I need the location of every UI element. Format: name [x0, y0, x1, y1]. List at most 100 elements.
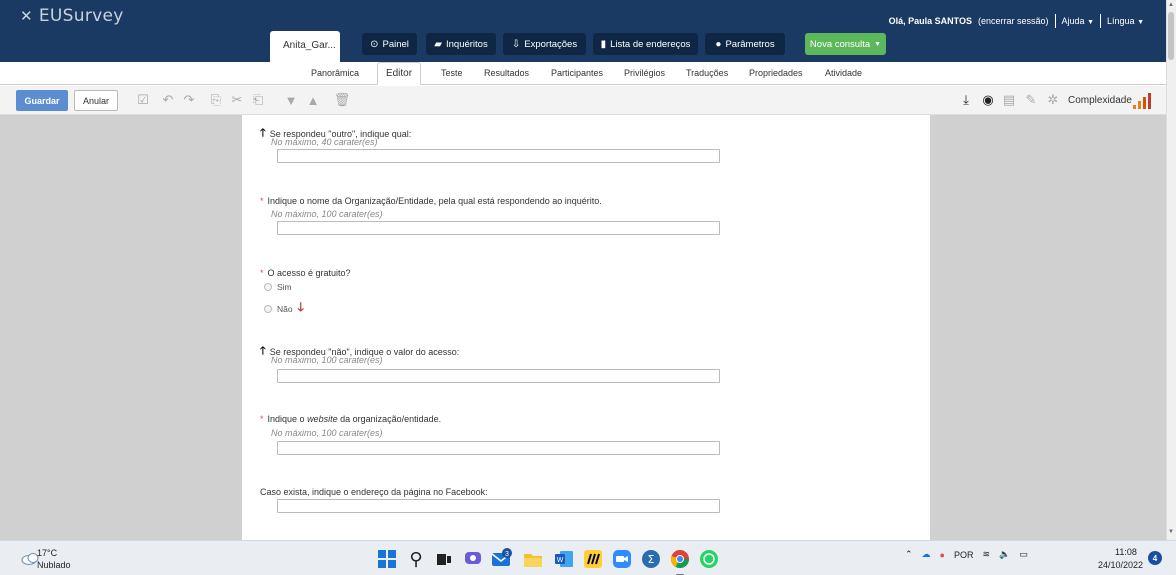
- input-language[interactable]: POR: [954, 550, 974, 560]
- nova-consulta-button[interactable]: Nova consulta ▼: [805, 33, 886, 55]
- tab-panoramica[interactable]: Panorâmica: [311, 68, 359, 78]
- logout-link[interactable]: (encerrar sessão): [978, 16, 1049, 26]
- move-down-icon[interactable]: ▼: [282, 91, 300, 109]
- zoom-app-icon[interactable]: [610, 547, 634, 571]
- document-icon[interactable]: ▤: [1000, 91, 1018, 109]
- logo-text: EUSurvey: [38, 6, 124, 26]
- text-input[interactable]: [277, 441, 720, 455]
- svg-text:Σ: Σ: [648, 553, 655, 566]
- lista-enderecos-button[interactable]: ▮ Lista de endereços: [593, 33, 698, 55]
- text-input[interactable]: [277, 499, 720, 513]
- tab-propriedades[interactable]: Propriedades: [749, 68, 803, 78]
- question-text: O acesso é gratuito?: [267, 268, 351, 278]
- question-text-part: Indique o: [267, 414, 308, 424]
- tab-teste[interactable]: Teste: [441, 68, 463, 78]
- word-app-icon[interactable]: W: [552, 547, 576, 571]
- exportacoes-button[interactable]: ⇩ Exportações: [503, 33, 586, 55]
- volume-icon[interactable]: 🔈: [999, 549, 1010, 560]
- copy-icon[interactable]: ⎘: [207, 91, 225, 109]
- text-input[interactable]: [277, 369, 720, 383]
- scroll-down-arrow-icon[interactable]: ▼: [1166, 529, 1176, 535]
- clock-time[interactable]: 11:08: [1115, 547, 1137, 557]
- weather-condition: Nublado: [37, 560, 71, 570]
- miro-app-icon[interactable]: [581, 547, 605, 571]
- chrome-browser-icon[interactable]: [668, 547, 692, 571]
- separator: [1100, 14, 1102, 28]
- text-input[interactable]: [277, 149, 720, 163]
- radio-option-sim[interactable]: Sim: [264, 282, 292, 292]
- settings-gear-icon[interactable]: ✲: [1044, 91, 1062, 109]
- question-title[interactable]: * O acesso é gratuito?: [260, 268, 351, 278]
- onedrive-cloud-icon[interactable]: ☁: [922, 549, 931, 560]
- parametros-button[interactable]: ● Parâmetros: [705, 33, 785, 55]
- language-menu[interactable]: Língua ▼: [1107, 16, 1144, 26]
- radio-button[interactable]: [264, 304, 272, 313]
- wrench-icon[interactable]: ✎: [1022, 91, 1040, 109]
- scroll-up-arrow-icon[interactable]: ▲: [1166, 2, 1176, 8]
- radio-option-nao[interactable]: Não 🡓: [264, 298, 304, 319]
- clock-date[interactable]: 24/10/2022: [1098, 560, 1143, 570]
- page-scrollbar[interactable]: [1166, 0, 1176, 540]
- app-tray-icon[interactable]: ●: [940, 550, 945, 560]
- question-title[interactable]: Caso exista, indique o endereço da págin…: [260, 487, 488, 497]
- file-explorer-icon[interactable]: [521, 547, 545, 571]
- question-title[interactable]: * Indique o website da organização/entid…: [260, 414, 441, 424]
- painel-button[interactable]: ⊙ Painel: [362, 33, 417, 55]
- windows-start-icon[interactable]: [375, 547, 399, 571]
- cancel-button[interactable]: Anular: [74, 90, 118, 111]
- eusurvey-logo[interactable]: ✕ EUSurvey: [20, 6, 124, 26]
- sigma-app-icon[interactable]: Σ: [639, 547, 663, 571]
- tab-privilegios[interactable]: Privilégios: [624, 68, 665, 78]
- question-text-emphasis: website: [307, 414, 338, 424]
- chat-app-icon[interactable]: [461, 547, 485, 571]
- move-up-icon[interactable]: ▲: [304, 91, 322, 109]
- tab-resultados[interactable]: Resultados: [484, 68, 529, 78]
- paste-icon[interactable]: ⎗: [249, 91, 267, 109]
- search-icon[interactable]: ⚲: [404, 547, 428, 571]
- tab-traducoes[interactable]: Traduções: [686, 68, 728, 78]
- tab-participantes[interactable]: Participantes: [551, 68, 603, 78]
- exportacoes-label: Exportações: [524, 38, 578, 50]
- nova-label: Nova consulta: [809, 38, 871, 50]
- tab-editor[interactable]: Editor: [377, 62, 421, 85]
- help-menu[interactable]: Ajuda ▼: [1062, 16, 1094, 26]
- question-hint: No máximo, 40 carater(es): [271, 137, 378, 147]
- save-button[interactable]: Guardar: [16, 90, 68, 111]
- check-icon[interactable]: ☑: [134, 91, 152, 109]
- radio-button[interactable]: [264, 283, 272, 291]
- show-hidden-icons-chevron-icon[interactable]: ⌃: [905, 549, 913, 560]
- mail-app-icon[interactable]: 3: [490, 547, 514, 571]
- dashboard-icon: ⊙: [370, 38, 379, 50]
- notifications-badge[interactable]: 4: [1148, 551, 1162, 565]
- undo-icon[interactable]: ↶: [159, 91, 177, 109]
- survey-form: 🡑 Se respondeu "outro", indique qual: No…: [242, 115, 930, 540]
- question-title[interactable]: * Indique o nome da Organização/Entidade…: [260, 196, 602, 206]
- wifi-icon[interactable]: ≋: [983, 549, 991, 560]
- dependency-arrow-up-icon: 🡑: [260, 345, 266, 357]
- task-view-icon[interactable]: [432, 547, 456, 571]
- separator: [1054, 14, 1056, 28]
- inqueritos-button[interactable]: ▰ Inquéritos: [426, 33, 496, 55]
- dependency-arrow-up-icon: 🡑: [260, 127, 266, 139]
- scrollbar-thumb[interactable]: [1168, 12, 1174, 60]
- cut-icon[interactable]: ✂: [228, 91, 246, 109]
- tab-atividade[interactable]: Atividade: [825, 68, 862, 78]
- redo-icon[interactable]: ↷: [180, 91, 198, 109]
- caret-down-icon: ▼: [1137, 19, 1144, 26]
- download-icon[interactable]: ⤓: [957, 91, 975, 109]
- survey-name-tab[interactable]: Anita_Gar...: [270, 31, 340, 62]
- text-input[interactable]: [277, 221, 720, 235]
- battery-icon[interactable]: ▭: [1019, 549, 1028, 560]
- whatsapp-icon[interactable]: [697, 547, 721, 571]
- dependency-arrow-down-icon: 🡓: [297, 300, 304, 314]
- caret-down-icon: ▼: [874, 40, 882, 48]
- windows-taskbar: 17°C Nublado ⚲ 3 W Σ ⌃ ☁ ● POR ≋ 🔈 ▭ 11:…: [0, 540, 1176, 575]
- complexity-bars-icon[interactable]: [1133, 93, 1153, 109]
- painel-label: Painel: [382, 38, 409, 50]
- complexity-label: Complexidade: [1068, 95, 1132, 106]
- delete-icon[interactable]: 🗑: [333, 91, 351, 109]
- preview-eye-icon[interactable]: ◉: [979, 91, 997, 109]
- user-greeting: Olá, Paula SANTOS: [888, 16, 972, 26]
- weather-temperature: 17°C: [37, 548, 58, 558]
- language-label: Língua: [1107, 16, 1135, 26]
